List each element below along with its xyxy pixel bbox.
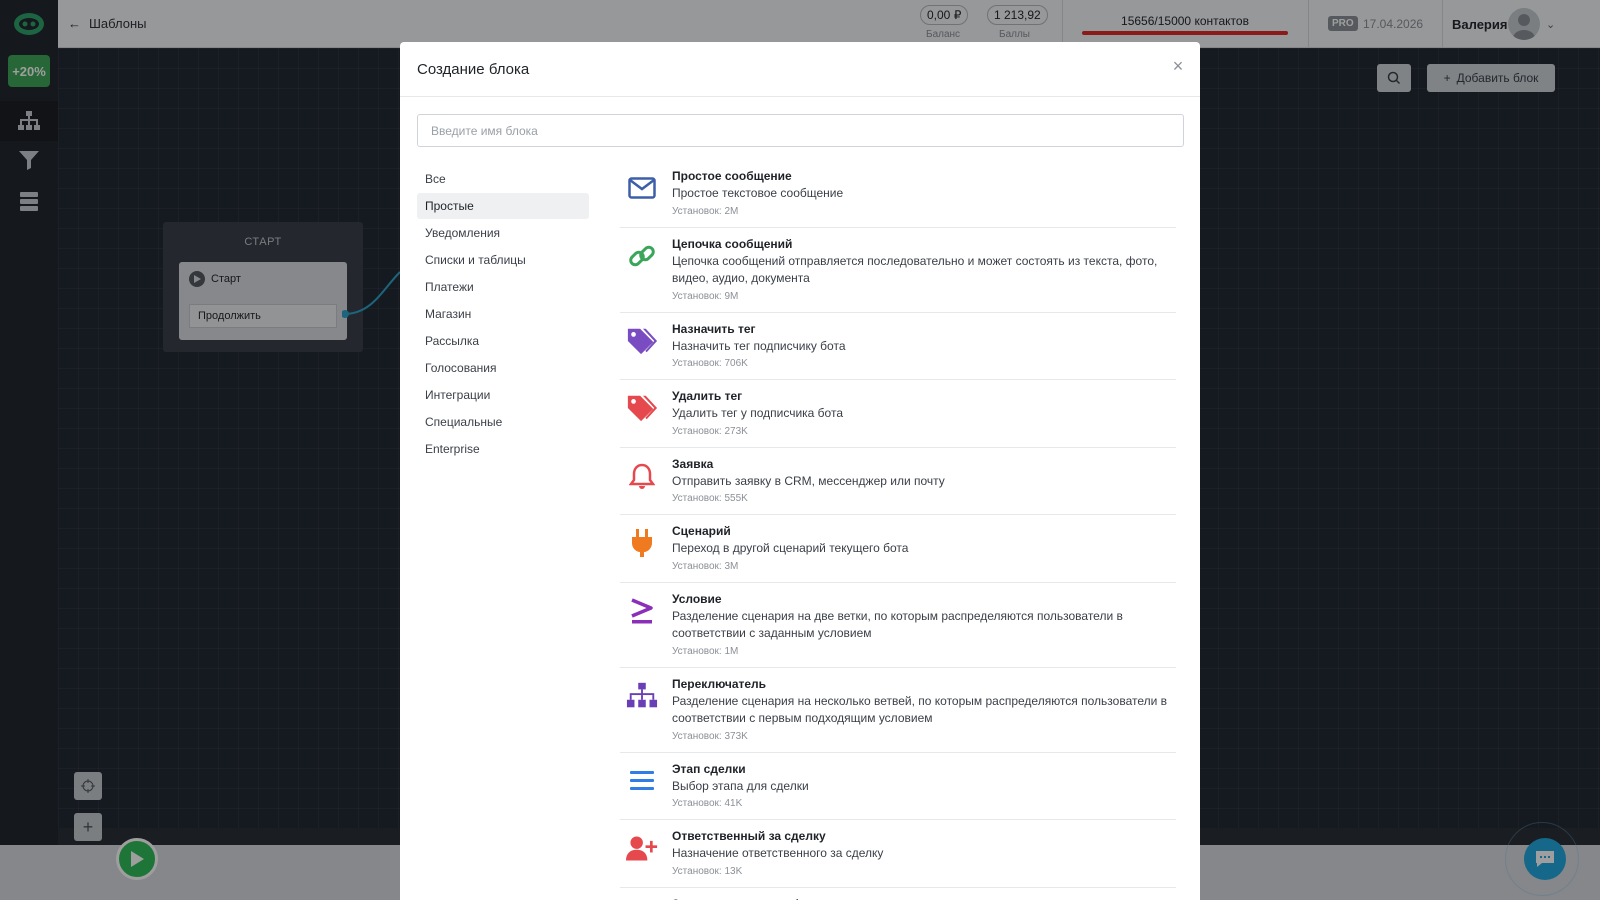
block-title: Удалить тег: [672, 389, 743, 403]
block-description: Разделение сценария на несколько ветвей,…: [672, 693, 1168, 726]
category-item[interactable]: Магазин: [417, 301, 589, 327]
block-item[interactable]: Условие Разделение сценария на две ветки,…: [620, 583, 1176, 668]
block-installs: Установок: 555K: [672, 493, 748, 504]
block-description: Удалить тег у подписчика бота: [672, 406, 843, 420]
block-list: Простое сообщение Простое текстовое сообщ…: [620, 160, 1176, 900]
plug-icon: [626, 527, 658, 559]
category-item[interactable]: Рассылка: [417, 328, 589, 354]
block-title: Назначить тег: [672, 321, 756, 336]
modal-title: Создание блока: [417, 61, 530, 78]
block-installs: Установок: 2M: [672, 205, 739, 217]
envelope-icon: [626, 172, 658, 204]
greater-equal-icon: [626, 595, 658, 627]
block-installs: Установок: 3M: [672, 560, 739, 572]
category-item[interactable]: Голосования: [417, 355, 589, 381]
category-item[interactable]: Платежи: [417, 274, 589, 300]
block-description: Выбор этапа для сделки: [672, 778, 809, 793]
block-item[interactable]: Запрос номера телефона: [620, 888, 1176, 900]
create-block-modal: Создание блока × ВсеПростыеУведомленияСп…: [400, 42, 1200, 900]
tags-icon: [626, 325, 658, 357]
category-list: Все Простые Уведомления Списки и таблицы Пла…: [417, 166, 589, 463]
block-installs: Установок: 273K: [672, 425, 748, 437]
block-description: Цепочка сообщений отправляется последова…: [672, 253, 1158, 286]
block-installs: Установок: 373K: [672, 730, 748, 742]
block-description: Назначение ответственного за сделку: [672, 846, 884, 860]
block-item[interactable]: Удалить тег Удалить тег у подписчика бота…: [620, 380, 1176, 448]
block-title: Сценарий: [672, 524, 731, 538]
sitemap-icon: [626, 680, 658, 712]
block-installs: Установок: 1M: [672, 645, 739, 657]
category-item[interactable]: Специальные: [417, 409, 589, 435]
block-title: Ответственный за сделку: [672, 829, 826, 843]
block-installs: Установок: 13K: [672, 865, 743, 877]
list-icon: [626, 765, 658, 797]
block-description: Разделение сценария на две ветки, по кот…: [672, 608, 1123, 641]
user-plus-icon: [626, 832, 658, 864]
block-item[interactable]: Сценарий Переход в другой сценарий текуще…: [620, 515, 1176, 583]
block-title: Запрос номера телефона: [672, 895, 1176, 900]
block-description: Переход в другой сценарий текущего бота: [672, 541, 909, 555]
block-item[interactable]: Цепочка сообщений Цепочка сообщений отпра…: [620, 228, 1176, 313]
category-item[interactable]: Простые: [417, 193, 589, 219]
block-item[interactable]: Назначить тег Назначить тег подписчику бо…: [620, 313, 1176, 380]
block-installs: Установок: 9M: [672, 290, 739, 302]
category-item[interactable]: Уведомления: [417, 220, 589, 246]
block-item[interactable]: Ответственный за сделку Назначение ответс…: [620, 820, 1176, 888]
block-title: Заявка: [672, 456, 714, 471]
block-title: Этап сделки: [672, 761, 746, 776]
category-item[interactable]: Интеграции: [417, 382, 589, 408]
block-item[interactable]: Переключатель Разделение сценария на неск…: [620, 668, 1176, 753]
block-installs: Установок: 706K: [672, 358, 748, 369]
block-description: Простое текстовое сообщение: [672, 186, 844, 200]
category-item[interactable]: Списки и таблицы: [417, 247, 589, 273]
category-item[interactable]: Enterprise: [417, 436, 589, 462]
block-title: Простое сообщение: [672, 169, 792, 183]
block-item[interactable]: Простое сообщение Простое текстовое сообщ…: [620, 160, 1176, 228]
block-item[interactable]: Этап сделки Выбор этапа для сделки Установ…: [620, 753, 1176, 820]
block-search-input[interactable]: [417, 114, 1184, 147]
block-title: Условие: [672, 591, 722, 606]
block-description: Назначить тег подписчику бота: [672, 338, 846, 353]
block-title: Цепочка сообщений: [672, 236, 793, 251]
tags-icon: [626, 392, 658, 424]
block-item[interactable]: Заявка Отправить заявку в CRM, мессенджер…: [620, 448, 1176, 515]
block-description: Отправить заявку в CRM, мессенджер или п…: [672, 473, 945, 488]
modal-header: Создание блока ×: [400, 42, 1200, 97]
category-item[interactable]: Все: [417, 166, 589, 192]
close-icon[interactable]: ×: [1168, 56, 1188, 76]
block-title: Переключатель: [672, 676, 767, 691]
block-installs: Установок: 41K: [672, 798, 743, 809]
bell-icon: [626, 460, 658, 492]
link-icon: [626, 240, 658, 272]
